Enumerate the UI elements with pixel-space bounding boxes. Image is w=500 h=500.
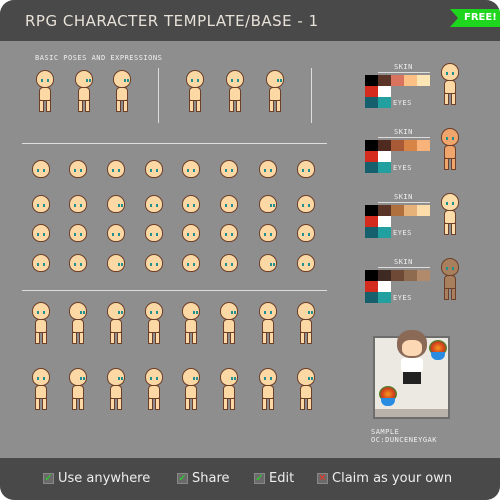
- skin-label: SKIN: [394, 193, 413, 201]
- title-bar: RPG CHARACTER TEMPLATE/BASE - 1 FREE!: [0, 0, 500, 41]
- permission-claim: ✕ Claim as your own: [317, 471, 453, 486]
- sample-label: SAMPLE: [371, 428, 400, 436]
- eyes-label: EYES: [393, 99, 412, 107]
- divider: [22, 143, 327, 144]
- eye-swatch: [365, 227, 378, 238]
- eye-swatch: [365, 97, 378, 108]
- skin-swatch: [404, 140, 417, 151]
- check-icon: ✓: [254, 473, 265, 484]
- page-title: RPG CHARACTER TEMPLATE/BASE - 1: [25, 12, 319, 30]
- skin-label: SKIN: [394, 128, 413, 136]
- skin-swatch: [404, 75, 417, 86]
- check-icon: ✓: [43, 473, 54, 484]
- color-swatch: [378, 216, 391, 227]
- permission-edit: ✓ Edit: [254, 471, 295, 486]
- skin-swatch: [391, 270, 404, 281]
- asset-preview-frame: RPG CHARACTER TEMPLATE/BASE - 1 FREE! BA…: [0, 0, 500, 500]
- skin-swatch: [378, 140, 391, 151]
- eyes-label: EYES: [393, 294, 412, 302]
- skin-swatch: [365, 270, 378, 281]
- divider: [158, 68, 159, 123]
- skin-swatch: [391, 75, 404, 86]
- color-swatch: [378, 86, 391, 97]
- eye-swatch: [378, 227, 391, 238]
- skin-label: SKIN: [394, 63, 413, 71]
- sample-credit: OC:DUNCENEYGAK: [371, 436, 438, 444]
- sample-character-face: [402, 340, 422, 356]
- permission-use-anywhere: ✓ Use anywhere: [43, 471, 151, 486]
- skin-swatch: [378, 75, 391, 86]
- skin-swatch: [417, 140, 430, 151]
- sample-scene: [373, 330, 450, 419]
- skin-swatch: [404, 270, 417, 281]
- skin-label: SKIN: [394, 258, 413, 266]
- check-icon: ✓: [177, 473, 188, 484]
- skin-swatch: [378, 270, 391, 281]
- color-swatch: [365, 281, 378, 292]
- eye-swatch: [378, 162, 391, 173]
- eye-swatch: [378, 97, 391, 108]
- skin-swatch: [417, 270, 430, 281]
- eye-swatch: [378, 292, 391, 303]
- skin-swatch: [391, 140, 404, 151]
- color-swatch: [365, 151, 378, 162]
- color-swatch: [365, 86, 378, 97]
- eyes-label: EYES: [393, 164, 412, 172]
- color-swatch: [378, 281, 391, 292]
- color-swatch: [365, 216, 378, 227]
- cross-icon: ✕: [317, 473, 328, 484]
- eye-swatch: [365, 292, 378, 303]
- divider: [311, 68, 312, 123]
- license-bar: ✓ Use anywhere ✓ Share ✓ Edit ✕ Claim as you…: [0, 458, 500, 500]
- divider: [22, 290, 327, 291]
- skin-swatch: [378, 205, 391, 216]
- eyes-label: EYES: [393, 229, 412, 237]
- skin-swatch: [365, 205, 378, 216]
- permission-share: ✓ Share: [177, 471, 230, 486]
- skin-swatch: [365, 75, 378, 86]
- skin-swatch: [365, 140, 378, 151]
- section-label: BASIC POSES AND EXPRESSIONS: [35, 54, 163, 62]
- skin-swatch: [404, 205, 417, 216]
- eye-swatch: [365, 162, 378, 173]
- skin-swatch: [417, 75, 430, 86]
- skin-swatch: [391, 205, 404, 216]
- color-swatch: [378, 151, 391, 162]
- skin-swatch: [417, 205, 430, 216]
- free-badge: FREE!: [450, 9, 500, 27]
